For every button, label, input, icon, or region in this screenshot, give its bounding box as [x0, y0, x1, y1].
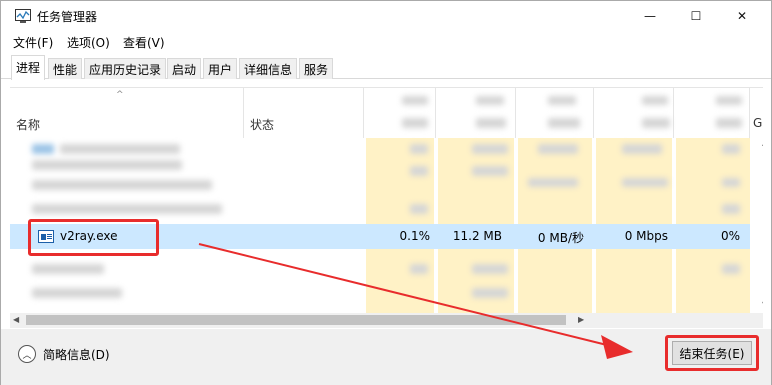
annotation-arrow [198, 243, 633, 359]
arrow-line [198, 243, 616, 348]
task-manager-window: 任务管理器 — ☐ ✕ 文件(F) 选项(O) 查看(V) 进程 性能 应用历史… [0, 0, 772, 385]
arrow-head [601, 335, 633, 359]
